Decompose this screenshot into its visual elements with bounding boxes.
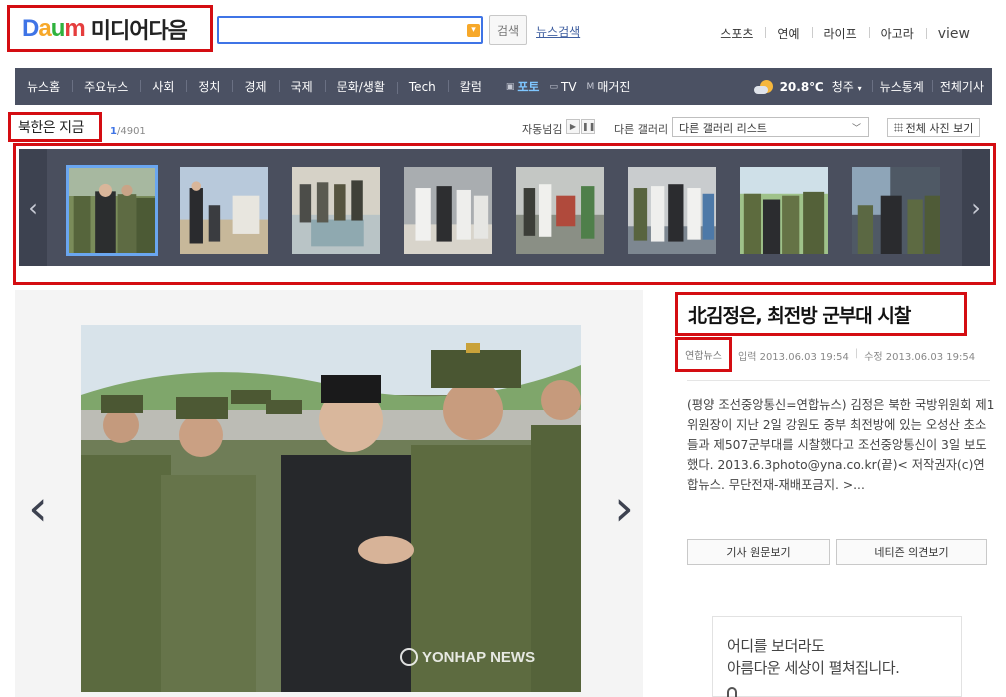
nav-right: 20.8℃ 청주 ▾ 뉴스통계 전체기사 (753, 78, 992, 95)
nav-tv[interactable]: ▭ TV (549, 80, 576, 94)
nav-magazine[interactable]: M 매거진 (587, 78, 631, 95)
chevron-right-icon: › (971, 193, 981, 222)
search-input[interactable] (217, 16, 483, 44)
chevron-left-icon: ‹ (28, 193, 38, 222)
thumbnail-4[interactable] (402, 165, 494, 256)
nav-politics[interactable]: 정치 (186, 78, 232, 95)
autoplay-label: 자동넘김 (522, 123, 563, 136)
nav-media-group: ▣ 포토 ▭ TV M 매거진 (494, 78, 631, 95)
top-nav-view[interactable]: view (925, 26, 982, 42)
prev-photo-button[interactable]: ‹ (24, 479, 52, 537)
top-nav-sports[interactable]: 스포츠 (708, 25, 765, 42)
source-box: 연합뉴스 (675, 337, 732, 372)
camera-icon: ▣ (505, 81, 515, 92)
weather-temperature: 20.8℃ (779, 79, 824, 94)
article-body: (평양 조선중앙통신=연합뉴스) 김정은 북한 국방위원회 제1위원장이 지난 … (687, 398, 995, 492)
top-nav-agora[interactable]: 아고라 (868, 25, 926, 42)
edit-time: 수정 2013.06.03 19:54 (864, 352, 976, 363)
ad-banner[interactable]: 어디를 보더라도 아름다운 세상이 펼쳐집니다. (712, 616, 962, 697)
nav-international[interactable]: 국제 (278, 78, 325, 95)
chevron-left-icon: ‹ (28, 479, 48, 537)
watermark-text: YONHAP NEWS (422, 648, 536, 666)
pause-button[interactable]: ❚❚ (581, 119, 595, 134)
nav-culture[interactable]: 문화/생활 (324, 78, 397, 95)
all-photos-label: 전체 사진 보기 (905, 121, 974, 135)
input-time: 입력 2013.06.03 19:54 (738, 352, 849, 363)
other-gallery-label: 다른 갤러리 (614, 123, 669, 136)
thumbnail-strip: ‹ › (19, 149, 990, 266)
thumbnail-8[interactable] (850, 165, 942, 256)
caret-down-icon: ▾ (857, 84, 862, 93)
nav-tech[interactable]: Tech (396, 80, 448, 94)
logo-letter-u: u (50, 14, 66, 42)
search-dropdown-icon[interactable]: ▾ (467, 24, 480, 37)
nav-news-home[interactable]: 뉴스홈 (15, 78, 72, 95)
tv-icon: ▭ (549, 81, 558, 92)
header: D a u m 미디어다음 ▾ 검색 뉴스검색 스포츠 연예 라이프 아고라 v… (0, 0, 1006, 66)
nav-photo[interactable]: ▣ 포토 (506, 78, 540, 95)
yonhap-logo-icon (400, 648, 418, 666)
news-search-link[interactable]: 뉴스검색 (536, 23, 580, 40)
grid-icon (893, 123, 903, 132)
all-photos-button[interactable]: 전체 사진 보기 (887, 118, 980, 137)
thumbnail-3[interactable] (290, 165, 382, 256)
weather-location[interactable]: 청주 ▾ (832, 78, 862, 95)
thumbnail-7[interactable] (738, 165, 830, 256)
article-source[interactable]: 연합뉴스 (685, 347, 722, 362)
nav-main-news[interactable]: 주요뉴스 (72, 78, 140, 95)
next-photo-button[interactable]: › (610, 479, 638, 537)
top-nav-entertainment[interactable]: 연예 (765, 25, 811, 42)
article-timestamps: 입력 2013.06.03 19:54 | 수정 2013.06.03 19:5… (738, 348, 975, 363)
daum-logo: D a u m (22, 14, 86, 43)
main-navbar: 뉴스홈 주요뉴스 사회 정치 경제 국제 문화/생활 Tech 칼럼 ▣ 포토 … (15, 68, 992, 105)
media-daum-label: 미디어다음 (90, 18, 188, 44)
strip-next-button[interactable]: › (962, 149, 990, 266)
search-button[interactable]: 검색 (489, 15, 527, 45)
chevron-right-icon: › (614, 479, 634, 537)
nav-all-articles[interactable]: 전체기사 (931, 78, 992, 95)
comments-button[interactable]: 네티즌 의견보기 (836, 539, 987, 565)
ad-line-1: 어디를 보더라도 (727, 637, 825, 655)
nav-magazine-label: 매거진 (597, 80, 631, 94)
photo-counter: 1/4901 (110, 126, 146, 137)
logo-letter-d: D (22, 14, 39, 42)
thumbnail-6[interactable] (626, 165, 718, 256)
thumbnail-5[interactable] (514, 165, 606, 256)
nav-tv-label: TV (561, 79, 577, 94)
magazine-icon: M (586, 81, 595, 92)
gallery-title-box: 북한은 지금 (8, 112, 102, 142)
main-photo (81, 325, 581, 692)
article-divider (687, 380, 990, 381)
nav-photo-label: 포토 (517, 80, 540, 94)
play-button[interactable]: ▶ (566, 119, 580, 134)
yonhap-watermark: YONHAP NEWS (400, 648, 535, 666)
logo-letter-m: m (64, 14, 85, 42)
other-gallery-select[interactable]: 다른 갤러리 리스트 (672, 117, 869, 137)
logo-letter-a: a (38, 14, 51, 42)
nav-economy[interactable]: 경제 (232, 78, 278, 95)
weather-location-label: 청주 (831, 80, 854, 94)
headline-box: 北김정은, 최전방 군부대 시찰 (675, 292, 967, 336)
timestamp-separator: | (854, 348, 859, 359)
article-headline: 北김정은, 최전방 군부대 시찰 (688, 304, 911, 327)
ad-line-2: 아름다운 세상이 펼쳐집니다. (727, 659, 900, 677)
photo-counter-total: /4901 (116, 126, 146, 137)
daum-media-logo[interactable]: D a u m 미디어다음 (7, 5, 213, 52)
nav-news-stats[interactable]: 뉴스통계 (871, 78, 932, 95)
nav-society[interactable]: 사회 (140, 78, 186, 95)
chevron-down-icon: ﹀ (852, 124, 862, 134)
thumbnail-2[interactable] (178, 165, 270, 256)
nav-column[interactable]: 칼럼 (447, 78, 494, 95)
gallery-title: 북한은 지금 (18, 120, 84, 136)
top-nav-life[interactable]: 라이프 (811, 25, 869, 42)
strip-prev-button[interactable]: ‹ (19, 149, 47, 266)
photo-counter-current: 1 (110, 126, 117, 137)
partly-cloudy-icon (753, 79, 776, 95)
ad-logo-icon (727, 687, 737, 697)
top-nav: 스포츠 연예 라이프 아고라 view (708, 25, 982, 42)
original-article-button[interactable]: 기사 원문보기 (687, 539, 830, 565)
thumbnail-1[interactable] (66, 165, 158, 256)
